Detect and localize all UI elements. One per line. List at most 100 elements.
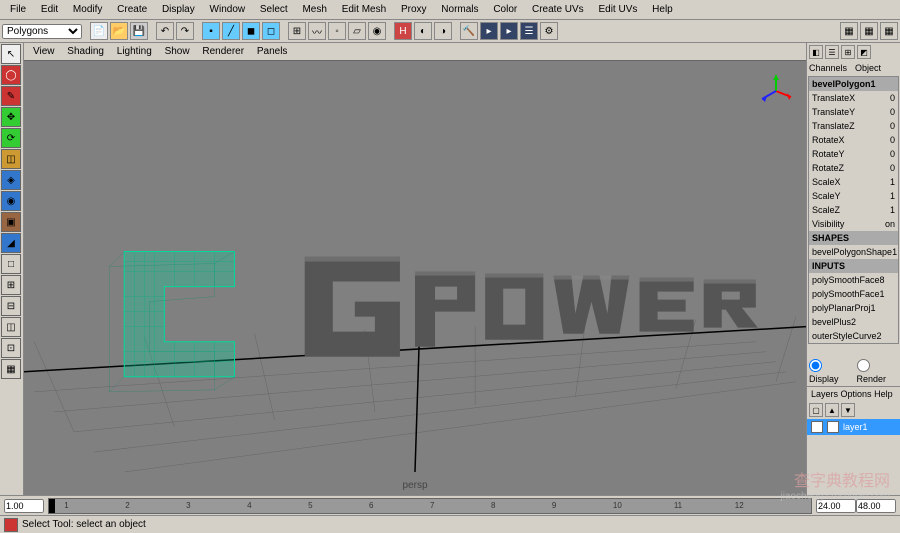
undo-icon[interactable]: ↶ — [156, 22, 174, 40]
paint-select-icon[interactable]: ✎ — [1, 86, 21, 106]
attr-value[interactable]: 1 — [890, 191, 895, 201]
menu-proxy[interactable]: Proxy — [395, 2, 433, 17]
layout-single-icon[interactable]: □ — [1, 254, 21, 274]
input-node[interactable]: outerStyleCurve2 — [809, 329, 898, 343]
ipr-render-icon[interactable]: ▸ — [500, 22, 518, 40]
menu-file[interactable]: File — [4, 2, 32, 17]
attr-value[interactable]: 0 — [890, 149, 895, 159]
menu-mesh[interactable]: Mesh — [296, 2, 332, 17]
layer-name[interactable]: layer1 — [843, 422, 868, 432]
render-icon[interactable]: ▸ — [480, 22, 498, 40]
shape-node[interactable]: bevelPolygonShape1 — [809, 245, 898, 259]
vp-menu-panels[interactable]: Panels — [252, 45, 293, 58]
layers-menu-help[interactable]: Help — [874, 389, 893, 399]
input-node[interactable]: bevelPlus2 — [809, 315, 898, 329]
layer-visibility-icon[interactable] — [811, 421, 823, 433]
attr-value[interactable]: 0 — [890, 107, 895, 117]
attr-value[interactable]: 0 — [890, 135, 895, 145]
vp-menu-lighting[interactable]: Lighting — [112, 45, 157, 58]
construction-history-icon[interactable]: 🔨 — [460, 22, 478, 40]
layers-menu-options[interactable]: Options — [841, 389, 872, 399]
select-tool-icon[interactable]: ↖ — [1, 44, 21, 64]
history-icon[interactable]: H — [394, 22, 412, 40]
save-scene-icon[interactable]: 💾 — [130, 22, 148, 40]
select-edge-icon[interactable]: ╱ — [222, 22, 240, 40]
vp-menu-show[interactable]: Show — [160, 45, 195, 58]
select-object-icon[interactable]: ◻ — [262, 22, 280, 40]
layout-three-icon[interactable]: ⊡ — [1, 338, 21, 358]
layers-menu-layers[interactable]: Layers — [811, 389, 838, 399]
layout-four-icon[interactable]: ⊞ — [1, 275, 21, 295]
scale-tool-icon[interactable]: ◫ — [1, 149, 21, 169]
snap-live-icon[interactable]: ◉ — [368, 22, 386, 40]
open-scene-icon[interactable]: 📂 — [110, 22, 128, 40]
output-icon[interactable]: ◑ — [434, 22, 452, 40]
layer-up-icon[interactable]: ▲ — [825, 403, 839, 417]
lasso-tool-icon[interactable]: ◯ — [1, 65, 21, 85]
menu-help[interactable]: Help — [646, 2, 679, 17]
panel-icon-1[interactable]: ▦ — [840, 22, 858, 40]
snap-plane-icon[interactable]: ▱ — [348, 22, 366, 40]
last-tool-icon[interactable]: ◢ — [1, 233, 21, 253]
tool-icon[interactable]: ◩ — [857, 45, 871, 59]
layer-new-icon[interactable]: ▢ — [809, 403, 823, 417]
layer-type-icon[interactable] — [827, 421, 839, 433]
axis-gizmo-icon[interactable] — [756, 71, 796, 111]
menu-window[interactable]: Window — [204, 2, 252, 17]
range-end-field[interactable] — [856, 499, 896, 513]
select-vertex-icon[interactable]: ▪ — [202, 22, 220, 40]
vp-menu-shading[interactable]: Shading — [62, 45, 109, 58]
time-end-field[interactable] — [816, 499, 856, 513]
vp-menu-view[interactable]: View — [28, 45, 60, 58]
menu-display[interactable]: Display — [156, 2, 201, 17]
attr-value[interactable]: 1 — [890, 177, 895, 187]
show-manip-icon[interactable]: ▣ — [1, 212, 21, 232]
rotate-tool-icon[interactable]: ⟳ — [1, 128, 21, 148]
layout-two-v-icon[interactable]: ◫ — [1, 317, 21, 337]
input-icon[interactable]: ◐ — [414, 22, 432, 40]
channel-icon[interactable]: ◧ — [809, 45, 823, 59]
module-dropdown[interactable]: Polygons — [2, 24, 82, 39]
input-node[interactable]: polySmoothFace1 — [809, 287, 898, 301]
attr-value[interactable]: 0 — [890, 163, 895, 173]
snap-grid-icon[interactable]: ⊞ — [288, 22, 306, 40]
layer-icon[interactable]: ☰ — [825, 45, 839, 59]
new-scene-icon[interactable]: 📄 — [90, 22, 108, 40]
layer-row[interactable]: layer1 — [807, 419, 900, 435]
attr-value[interactable]: 0 — [890, 121, 895, 131]
menu-create-uvs[interactable]: Create UVs — [526, 2, 590, 17]
radio-display[interactable]: Display — [809, 359, 851, 384]
attr-icon[interactable]: ⊞ — [841, 45, 855, 59]
time-ruler[interactable]: 1 2 3 4 5 6 7 8 9 10 11 12 — [48, 498, 812, 514]
script-icon[interactable] — [4, 518, 18, 532]
render-view-icon[interactable]: ☰ — [520, 22, 538, 40]
render-settings-icon[interactable]: ⚙ — [540, 22, 558, 40]
layer-down-icon[interactable]: ▼ — [841, 403, 855, 417]
menu-edit[interactable]: Edit — [35, 2, 64, 17]
viewport-3d[interactable]: persp — [24, 61, 806, 495]
snap-curve-icon[interactable]: 〰 — [308, 22, 326, 40]
snap-point-icon[interactable]: ◦ — [328, 22, 346, 40]
soft-mod-icon[interactable]: ◉ — [1, 191, 21, 211]
attr-value[interactable]: on — [885, 219, 895, 229]
menu-normals[interactable]: Normals — [435, 2, 484, 17]
input-node[interactable]: polyPlanarProj1 — [809, 301, 898, 315]
radio-render[interactable]: Render — [857, 359, 899, 384]
redo-icon[interactable]: ↷ — [176, 22, 194, 40]
object-name-field[interactable]: bevelPolygon1 — [809, 77, 898, 91]
move-tool-icon[interactable]: ✥ — [1, 107, 21, 127]
menu-edit-mesh[interactable]: Edit Mesh — [336, 2, 392, 17]
menu-select[interactable]: Select — [254, 2, 294, 17]
manipulator-icon[interactable]: ◈ — [1, 170, 21, 190]
time-start-field[interactable] — [4, 499, 44, 513]
layout-custom-icon[interactable]: ▦ — [1, 359, 21, 379]
menu-modify[interactable]: Modify — [67, 2, 108, 17]
select-face-icon[interactable]: ◼ — [242, 22, 260, 40]
menu-create[interactable]: Create — [111, 2, 153, 17]
menu-edit-uvs[interactable]: Edit UVs — [592, 2, 643, 17]
tab-channels[interactable]: Channels — [809, 63, 847, 73]
layout-two-h-icon[interactable]: ⊟ — [1, 296, 21, 316]
attr-value[interactable]: 0 — [890, 93, 895, 103]
tab-object[interactable]: Object — [855, 63, 881, 73]
panel-icon-2[interactable]: ▦ — [860, 22, 878, 40]
